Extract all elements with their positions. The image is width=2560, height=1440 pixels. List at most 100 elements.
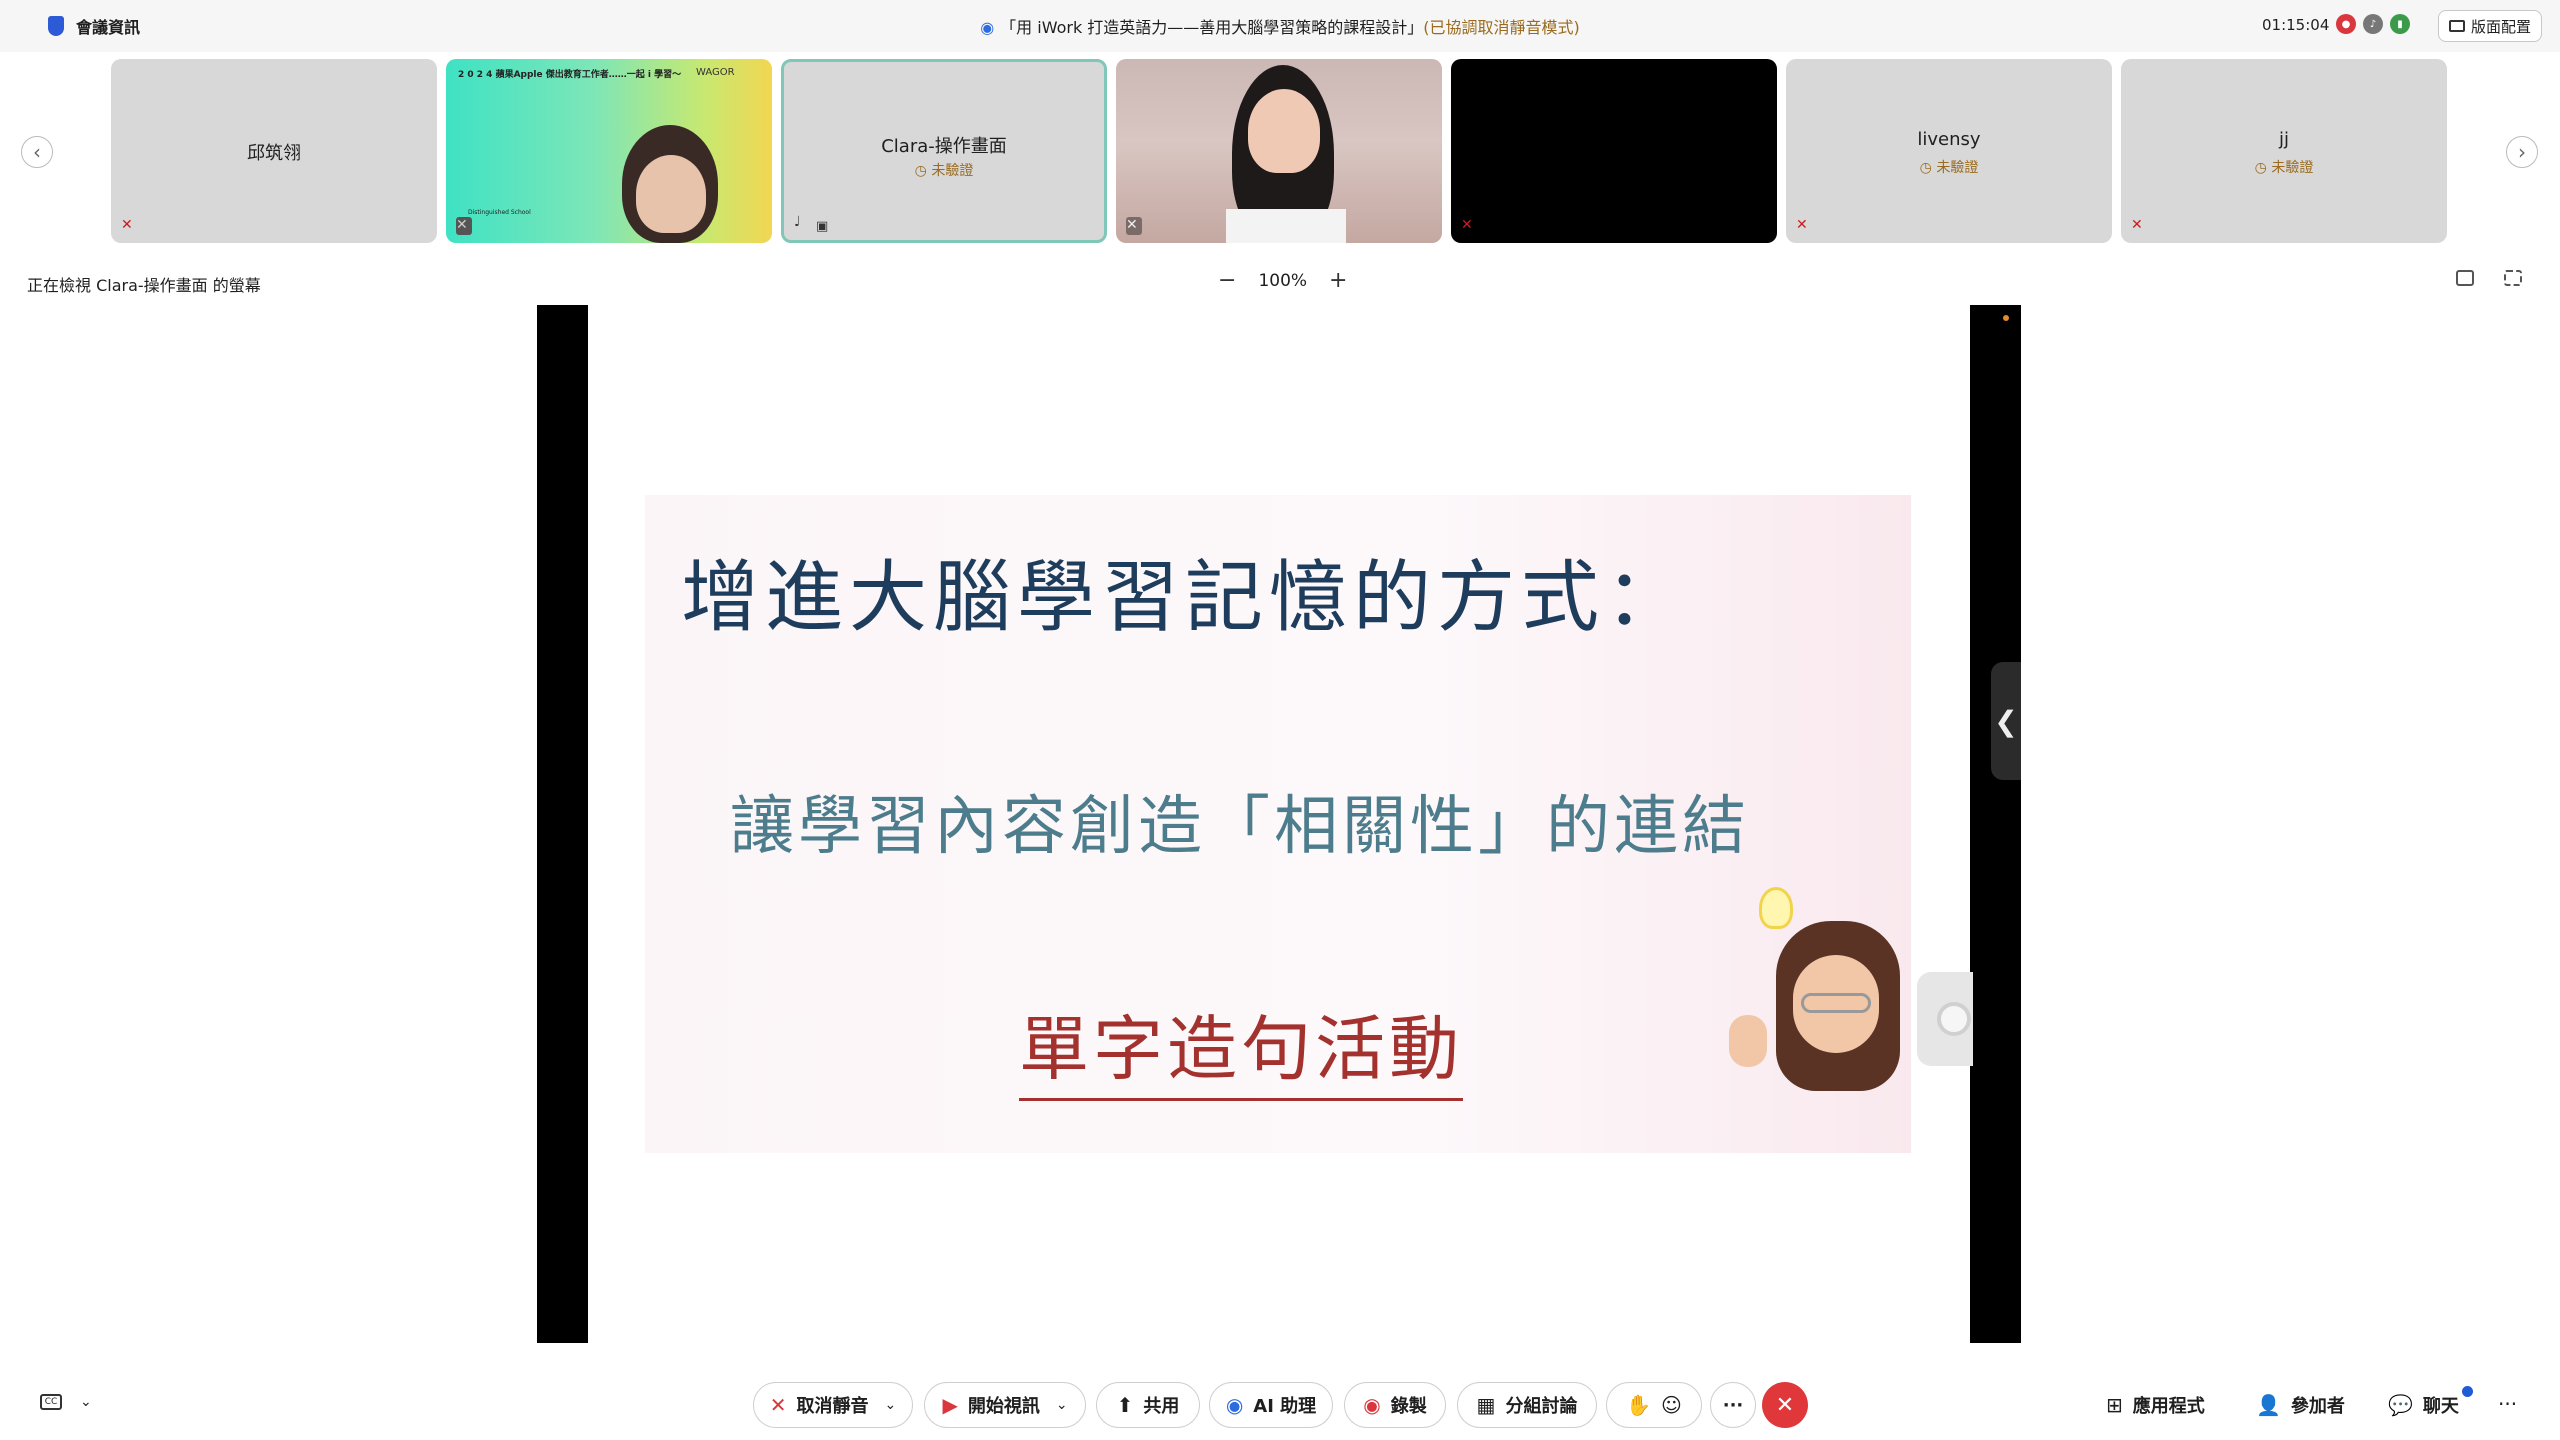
chat-icon: 💬 bbox=[2388, 1393, 2413, 1417]
ai-assistant-icon: ◉ bbox=[1225, 1393, 1244, 1417]
zoom-in-button[interactable]: + bbox=[1329, 268, 1347, 293]
slide-card: 增進大腦學習記憶的方式： 讓學習內容創造「相關性」的連結 單字造句活動 bbox=[645, 495, 1911, 1153]
lightbulb-icon bbox=[1759, 887, 1793, 929]
chat-button[interactable]: 💬 聊天 bbox=[2388, 1392, 2459, 1418]
participant-tile[interactable]: ✕ bbox=[1451, 59, 1777, 243]
audio-status-icon[interactable]: ♪ bbox=[2363, 14, 2383, 34]
participant-name: jj bbox=[2278, 129, 2289, 150]
slide-heading: 增進大腦學習記憶的方式： bbox=[681, 553, 1690, 643]
participant-face bbox=[636, 155, 706, 233]
mic-muted-icon: ✕ bbox=[1461, 217, 1473, 233]
mic-muted-icon: ✕ bbox=[1796, 217, 1808, 233]
badge-logo: WAGOR bbox=[696, 67, 735, 78]
window-title: ◉ 「用 iWork 打造英語力——善用大腦學習策略的課程設計」(已協調取消靜音模… bbox=[0, 14, 2560, 38]
unverified-label: ◷ 未驗證 bbox=[2254, 160, 2314, 176]
mic-muted-icon: ✕ bbox=[2131, 217, 2143, 233]
banner-text: 2 0 2 4 蘋果Apple 傑出教育工作者……一起 i 學習～ bbox=[458, 70, 682, 80]
layout-button-label: 版面配置 bbox=[2470, 17, 2531, 36]
apps-button[interactable]: ⊞ 應用程式 bbox=[2106, 1392, 2205, 1418]
participant-tile[interactable]: 邱筑翎 ✕ bbox=[111, 59, 437, 243]
mic-muted-icon: ✕ bbox=[769, 1393, 787, 1417]
strip-next-button[interactable]: › bbox=[2506, 136, 2538, 168]
participant-tile[interactable]: jj ◷ 未驗證 ✕ bbox=[2121, 59, 2447, 243]
participant-name: livensy bbox=[1917, 129, 1981, 150]
more-button[interactable]: ··· bbox=[1710, 1382, 1756, 1428]
record-label: 錄製 bbox=[1390, 1396, 1427, 1417]
participants-button[interactable]: 👤 參加者 bbox=[2256, 1392, 2345, 1418]
assistive-touch-button[interactable] bbox=[1917, 972, 1973, 1066]
participant-shirt bbox=[1226, 209, 1346, 243]
screen-share-icon: ▣ bbox=[816, 219, 829, 234]
slide-subheading: 讓學習內容創造「相關性」的連結 bbox=[730, 790, 1750, 864]
record-icon: ◉ bbox=[1363, 1393, 1381, 1417]
slide: 增進大腦學習記憶的方式： 讓學習內容創造「相關性」的連結 單字造句活動 bbox=[588, 305, 1970, 1343]
camera-indicator-dot bbox=[2003, 315, 2009, 321]
start-video-button[interactable]: ▶ 開始視訊 ⌄ bbox=[924, 1382, 1086, 1428]
mic-icon: ♩ bbox=[794, 214, 801, 230]
start-video-label: 開始視訊 bbox=[967, 1396, 1040, 1417]
unverified-label: ◷ 未驗證 bbox=[1919, 160, 1979, 176]
emoji-reaction-icon[interactable]: ☺ bbox=[1661, 1393, 1682, 1417]
breakout-button[interactable]: ▦ 分組討論 bbox=[1457, 1382, 1597, 1428]
video-off-icon: ▶ bbox=[942, 1393, 958, 1417]
connection-status-icon[interactable]: ▮ bbox=[2390, 14, 2410, 34]
title-bar: 會議資訊 ◉ 「用 iWork 打造英語力——善用大腦學習策略的課程設計」(已協調… bbox=[0, 0, 2560, 52]
reactions-group: ✋ ☺ bbox=[1606, 1382, 1702, 1428]
participant-tile[interactable]: ✕ bbox=[1116, 59, 1442, 243]
participant-name: Clara-操作畫面 bbox=[881, 136, 1007, 157]
share-button[interactable]: ⬆ 共用 bbox=[1096, 1382, 1200, 1428]
meeting-toolbar: CC ⌄ ✕ 取消靜音 ⌄ ▶ 開始視訊 ⌄ ⬆ 共用 ◉ AI 助理 ◉ 錄製… bbox=[0, 1370, 2560, 1440]
participant-tile[interactable]: 2 0 2 4 蘋果Apple 傑出教育工作者……一起 i 學習～ WAGOR … bbox=[446, 59, 772, 243]
mic-muted-icon: ✕ bbox=[121, 217, 133, 233]
zoom-out-button[interactable]: − bbox=[1218, 268, 1236, 293]
participant-face bbox=[1248, 89, 1320, 173]
side-panel-toggle[interactable]: ❮ bbox=[1991, 662, 2021, 780]
participants-icon: 👤 bbox=[2256, 1393, 2281, 1417]
fullscreen-icon[interactable] bbox=[2504, 270, 2522, 286]
participant-name: 邱筑翎 bbox=[247, 143, 301, 164]
raise-hand-icon[interactable]: ✋ bbox=[1626, 1393, 1651, 1417]
chevron-left-icon: ❮ bbox=[1994, 704, 2018, 738]
apps-label: 應用程式 bbox=[2132, 1396, 2205, 1417]
participant-tile-active[interactable]: Clara-操作畫面 ◷ 未驗證 ♩ ▣ bbox=[781, 59, 1107, 243]
school-label: Distinguished School bbox=[468, 209, 531, 216]
memoji-hand bbox=[1729, 1015, 1767, 1067]
right-more-button[interactable]: ··· bbox=[2498, 1392, 2517, 1416]
status-indicators: ● ♪ ▮ bbox=[2336, 14, 2410, 34]
participants-label: 參加者 bbox=[2290, 1396, 2345, 1417]
unverified-label: ◷ 未驗證 bbox=[914, 163, 974, 179]
chevron-down-icon[interactable]: ⌄ bbox=[1056, 1397, 1068, 1413]
viewing-screen-label: 正在檢視 Clara-操作畫面 的螢幕 bbox=[27, 276, 261, 295]
memoji-glasses bbox=[1801, 993, 1871, 1013]
zoom-logo-icon: ◉ bbox=[980, 18, 995, 37]
slide-activity: 單字造句活動 bbox=[1019, 993, 1463, 1101]
recording-status-icon[interactable]: ● bbox=[2336, 14, 2356, 34]
zoom-control: − 100% + bbox=[1218, 268, 1347, 293]
chevron-down-icon: ⌄ bbox=[80, 1394, 92, 1410]
ai-assistant-label: AI 助理 bbox=[1253, 1396, 1317, 1417]
view-options bbox=[2456, 270, 2522, 286]
ai-assistant-button[interactable]: ◉ AI 助理 bbox=[1209, 1382, 1333, 1428]
chevron-down-icon[interactable]: ⌄ bbox=[885, 1397, 897, 1413]
captions-button[interactable]: CC ⌄ bbox=[40, 1394, 92, 1410]
layout-button[interactable]: 版面配置 bbox=[2438, 10, 2542, 42]
mic-muted-icon: ✕ bbox=[1126, 217, 1142, 235]
strip-prev-button[interactable]: ‹ bbox=[21, 136, 53, 168]
meeting-timer: 01:15:04 bbox=[2262, 16, 2330, 34]
assistive-knob-icon bbox=[1937, 1002, 1971, 1036]
captions-icon: CC bbox=[40, 1394, 62, 1410]
share-label: 共用 bbox=[1143, 1396, 1180, 1417]
unmute-button[interactable]: ✕ 取消靜音 ⌄ bbox=[753, 1382, 913, 1428]
breakout-label: 分組討論 bbox=[1505, 1396, 1578, 1417]
record-button[interactable]: ◉ 錄製 bbox=[1344, 1382, 1446, 1428]
meeting-topic: 「用 iWork 打造英語力——善用大腦學習策略的課程設計」 bbox=[1000, 18, 1424, 37]
participant-tile[interactable]: livensy ◷ 未驗證 ✕ bbox=[1786, 59, 2112, 243]
chat-label: 聊天 bbox=[2422, 1396, 2459, 1417]
unmute-label: 取消靜音 bbox=[796, 1396, 869, 1417]
breakout-rooms-icon: ▦ bbox=[1476, 1393, 1496, 1417]
layout-icon bbox=[2448, 20, 2465, 32]
screen-options-icon[interactable] bbox=[2456, 270, 2474, 286]
end-meeting-button[interactable]: ✕ bbox=[1762, 1382, 1808, 1428]
shared-screen: 增進大腦學習記憶的方式： 讓學習內容創造「相關性」的連結 單字造句活動 bbox=[537, 305, 2021, 1343]
mic-muted-icon: ✕ bbox=[456, 217, 472, 235]
